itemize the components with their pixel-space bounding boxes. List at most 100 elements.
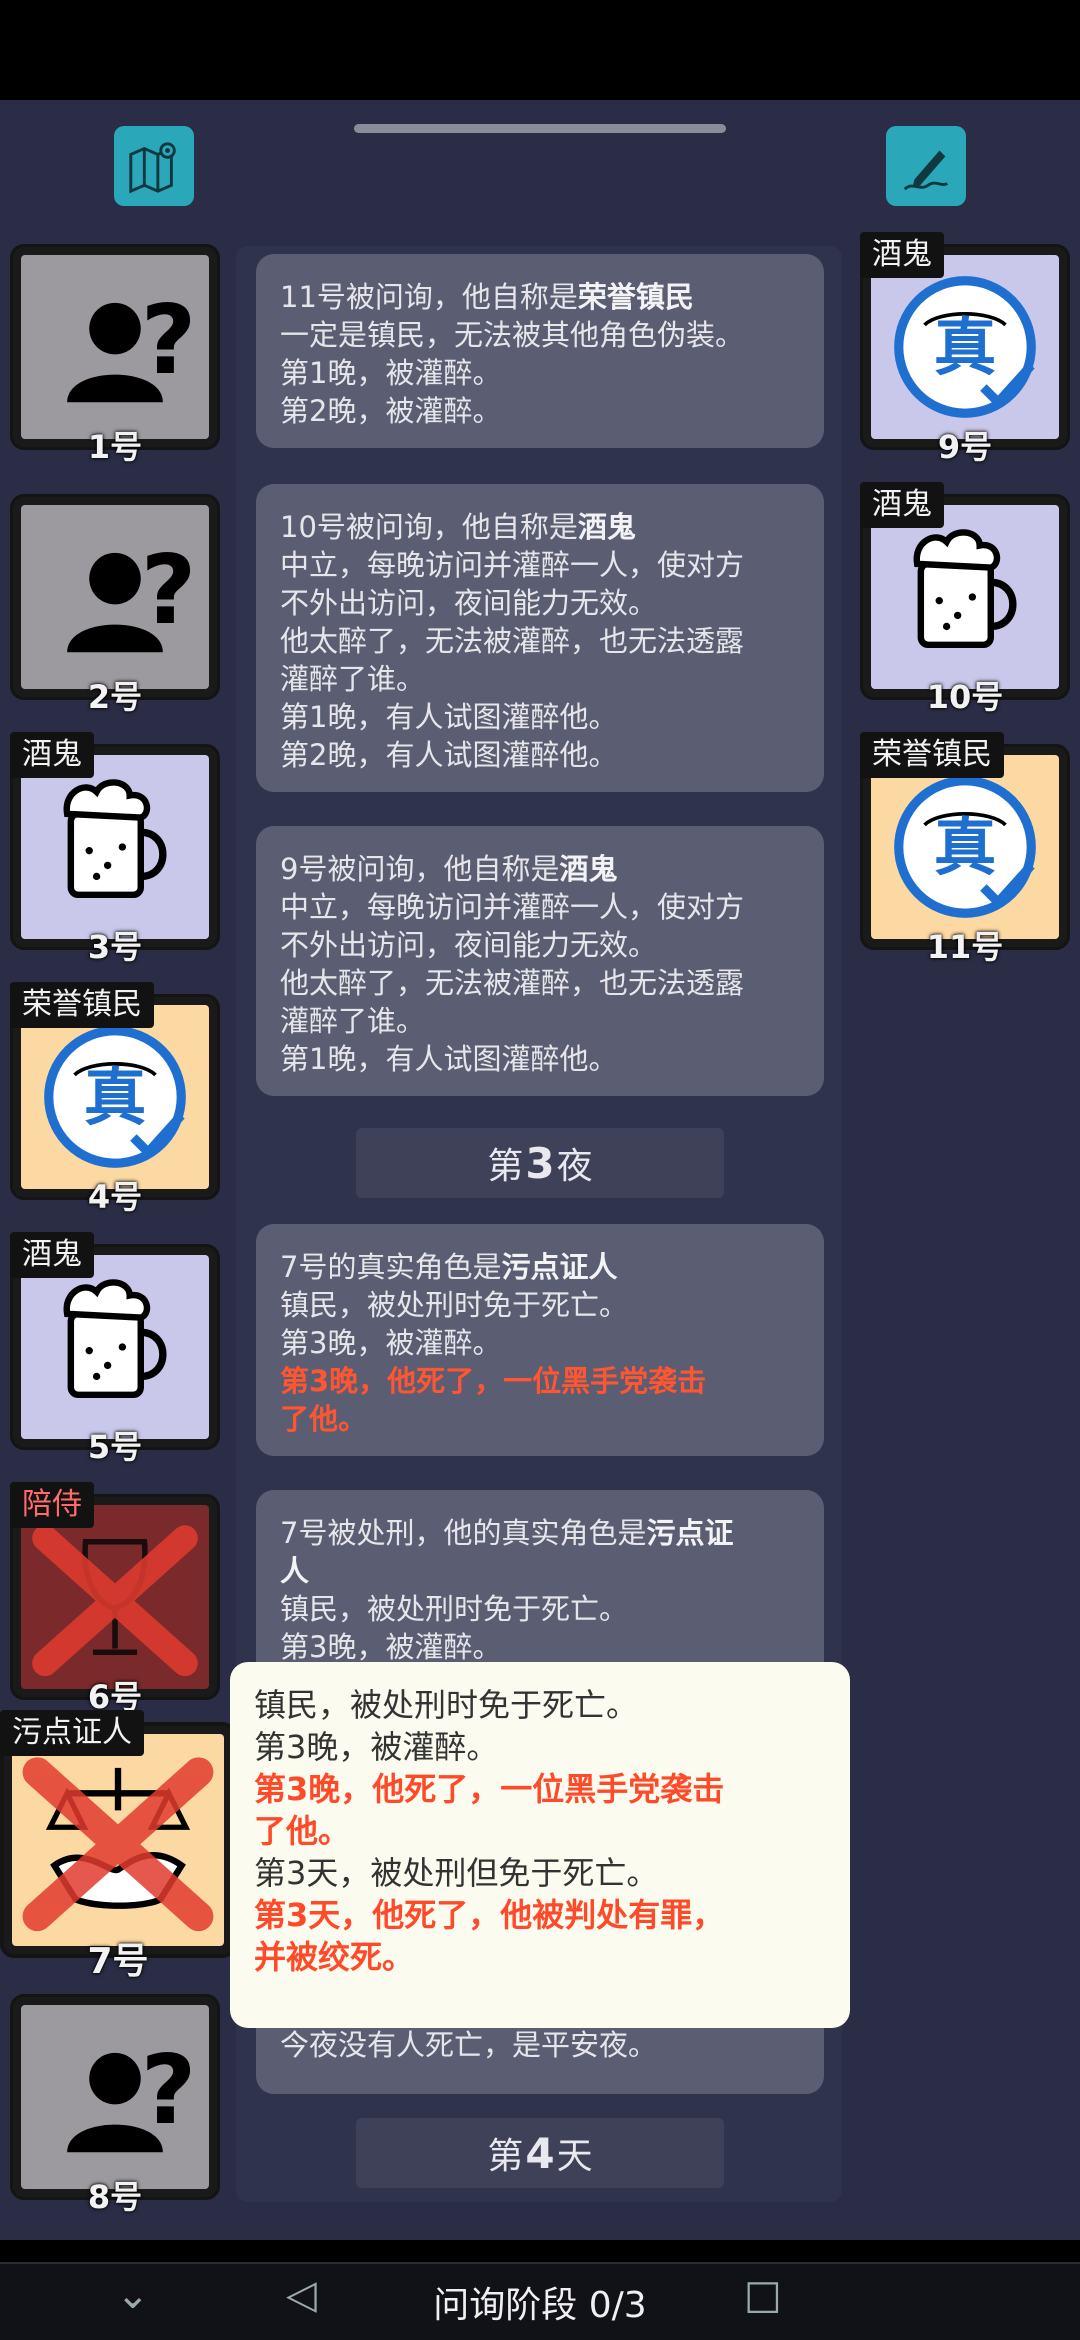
player-number: 8号 [87,2178,143,2216]
player-portrait [21,1505,209,1689]
beer-mug-icon [871,505,1059,689]
player-slot-7[interactable]: 污点证人 7号 [0,1710,236,1982]
role-tag: 荣誉镇民 [10,982,154,1028]
claimed-role: 酒鬼 [559,852,618,886]
popup-line: 镇民，被处刑时免于死亡。 [254,1686,639,1724]
unknown-person-icon [67,283,197,403]
role-tag: 酒鬼 [10,1232,94,1278]
player-portrait [871,255,1059,439]
day-label: 夜 [556,1146,593,1187]
log-text: 第2晚，有人试图灌醉他。 [280,738,618,772]
player-portrait [21,2005,209,2189]
verified-seal-icon [871,255,1059,439]
player-frame [10,244,220,450]
popup-line: 第3晚，被灌醉。 [254,1728,499,1766]
popup-line: 第3天，被处刑但免于死亡。 [254,1854,659,1892]
log-text: 灌醉了谁。 [280,1004,426,1038]
player-slot-9[interactable]: 酒鬼 9号 [860,232,1070,466]
player-slot-3[interactable]: 酒鬼 3号 [10,732,220,966]
red-cross-icon [12,1734,224,1946]
player-portrait [21,755,209,939]
log-text: 第3晚，被灌醉。 [280,1630,502,1664]
claimed-role: 荣誉镇民 [577,280,694,314]
true-role: 污点证 [646,1516,734,1550]
player-number: 7号 [87,1941,149,1982]
log-card: 10号被问询，他自称是酒鬼 中立，每晚访问并灌醉一人，使对方 不外出访问，夜间能… [256,484,824,792]
popup-death-line: 了他。 [254,1812,351,1850]
notes-button[interactable] [886,126,966,206]
player-slot-1[interactable]: 1号 [10,244,220,466]
player-number: 3号 [87,928,143,966]
player-number: 10号 [926,678,1004,716]
role-tag: 酒鬼 [10,732,94,778]
player-slot-11[interactable]: 荣誉镇民 11号 [860,732,1070,966]
player-frame [10,494,220,700]
day-number: 3 [525,1138,555,1188]
log-text: 11号被问询，他自称是 [280,280,578,314]
log-text: 7号的真实角色是 [280,1250,502,1284]
player-slot-6[interactable]: 陪侍 6号 [10,1482,220,1716]
log-card: 9号被问询，他自称是酒鬼 中立，每晚访问并灌醉一人，使对方 不外出访问，夜间能力… [256,826,824,1096]
day-number: 4 [525,2128,555,2178]
player-number: 11号 [926,928,1004,966]
log-text: 9号被问询，他自称是 [280,852,560,886]
log-card: 7号被处刑，他的真实角色是污点证 人 镇民，被处刑时免于死亡。 第3晚，被灌醉。 [256,1490,824,1680]
player-portrait [12,1734,224,1946]
log-text: 他太醉了，无法被灌醉，也无法透露 [280,966,745,1000]
log-text: 第1晚，有人试图灌醉他。 [280,700,618,734]
status-bar [0,0,1080,100]
log-text: 第2晚，被灌醉。 [280,394,502,428]
log-text: 灌醉了谁。 [280,662,426,696]
red-cross-icon [21,1505,209,1689]
log-text: 7号被处刑，他的真实角色是 [280,1516,647,1550]
player-detail-popup[interactable]: 镇民，被处刑时免于死亡。 第3晚，被灌醉。 第3晚，他死了，一位黑手党袭击 了他… [230,1662,850,2028]
log-text: 不外出访问，夜间能力无效。 [280,928,658,962]
player-frame [0,1722,236,1958]
popup-death-line: 第3晚，他死了，一位黑手党袭击 [254,1770,725,1808]
player-portrait [871,505,1059,689]
day-label: 天 [556,2136,593,2177]
day-label: 第 [487,1146,524,1187]
player-slot-8[interactable]: 8号 [10,1994,220,2216]
role-tag: 陪侍 [10,1482,94,1528]
log-text: 中立，每晚访问并灌醉一人，使对方 [280,890,745,924]
player-number: 1号 [87,428,143,466]
verified-seal-icon [871,755,1059,939]
log-text: 今夜没有人死亡，是平安夜。 [280,2028,658,2062]
player-slot-2[interactable]: 2号 [10,494,220,716]
unknown-person-icon [67,533,197,653]
log-card: 11号被问询，他自称是荣誉镇民 一定是镇民，无法被其他角色伪装。 第1晚，被灌醉… [256,254,824,448]
beer-mug-icon [21,1255,209,1439]
log-text: 第1晚，被灌醉。 [280,356,502,390]
player-slot-10[interactable]: 酒鬼 10号 [860,482,1070,716]
verified-seal-icon [21,1005,209,1189]
map-button[interactable] [114,126,194,206]
log-text: 一定是镇民，无法被其他角色伪装。 [280,318,745,352]
player-portrait [21,255,209,439]
log-text: 中立，每晚访问并灌醉一人，使对方 [280,548,745,582]
player-frame [10,1994,220,2200]
drawer-handle[interactable] [354,124,726,133]
map-pin-icon [129,142,176,194]
log-text: 第3晚，被灌醉。 [280,1326,502,1360]
log-text: 镇民，被处刑时免于死亡。 [280,1288,629,1322]
death-text: 了他。 [280,1402,368,1436]
unknown-person-icon [67,2033,197,2153]
true-role: 污点证人 [501,1250,618,1284]
log-card: 7号的真实角色是污点证人 镇民，被处刑时免于死亡。 第3晚，被灌醉。 第3晚，他… [256,1224,824,1456]
player-number: 2号 [87,678,143,716]
role-tag: 酒鬼 [860,482,944,528]
player-slot-5[interactable]: 酒鬼 5号 [10,1232,220,1466]
log-text: 第1晚，有人试图灌醉他。 [280,1042,618,1076]
log-text: 镇民，被处刑时免于死亡。 [280,1592,629,1626]
player-slot-4[interactable]: 荣誉镇民 4号 [10,982,220,1216]
popup-death-line: 第3天，他死了，他被判处有罪， [254,1896,725,1934]
player-number: 9号 [937,428,993,466]
day-label: 第 [487,2136,524,2177]
claimed-role: 酒鬼 [577,510,636,544]
role-tag: 荣誉镇民 [860,732,1004,778]
role-tag: 污点证人 [0,1710,144,1756]
log-text: 他太醉了，无法被灌醉，也无法透露 [280,624,745,658]
player-number: 4号 [87,1178,143,1216]
night-header: 第3夜 [356,1128,724,1198]
